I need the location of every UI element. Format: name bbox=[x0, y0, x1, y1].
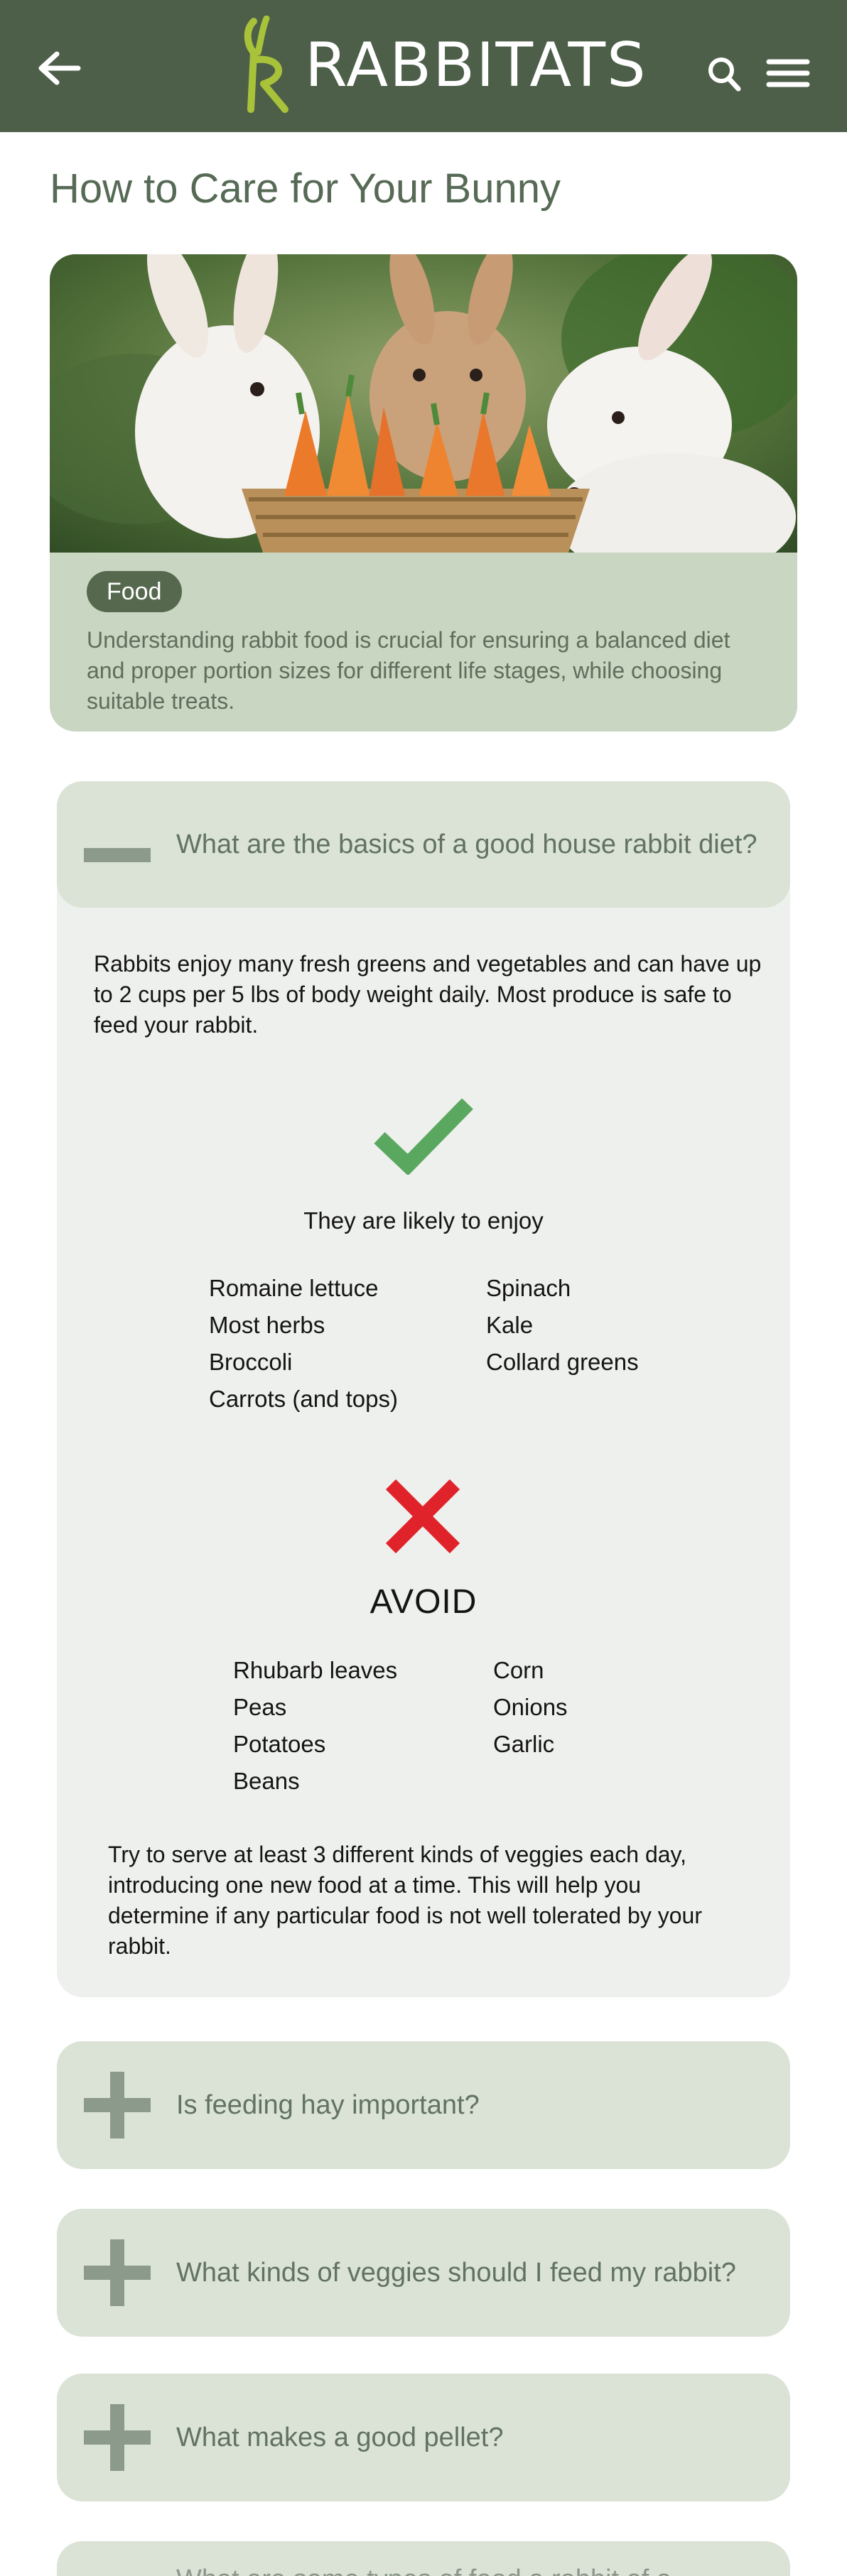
faq-item-diet-basics: What are the basics of a good house rabb… bbox=[57, 781, 790, 1997]
faq-header-diet-basics[interactable]: What are the basics of a good house rabb… bbox=[57, 781, 790, 908]
minus-icon bbox=[84, 848, 151, 862]
checkmark-icon bbox=[374, 1098, 473, 1175]
list-item: Romaine lettuce bbox=[209, 1275, 379, 1301]
search-icon bbox=[708, 58, 741, 92]
avoid-list-left: Rhubarb leaves Peas Potatoes Beans bbox=[233, 1652, 397, 1800]
logo[interactable]: RABBITATS bbox=[238, 16, 647, 115]
list-item: Broccoli bbox=[209, 1349, 293, 1375]
list-item: Potatoes bbox=[233, 1731, 326, 1757]
faq-question: Is feeding hay important? bbox=[176, 2090, 480, 2120]
menu-button[interactable] bbox=[766, 58, 810, 88]
hamburger-menu-icon bbox=[766, 59, 810, 87]
avoid-heading: AVOID bbox=[369, 1583, 478, 1621]
faq-answer-outro: Try to serve at least 3 different kinds … bbox=[108, 1842, 702, 1959]
list-item: Kale bbox=[486, 1312, 534, 1338]
list-item: Peas bbox=[233, 1694, 287, 1720]
avoid-list-right: Corn Onions Garlic bbox=[493, 1652, 568, 1763]
list-item: Spinach bbox=[486, 1275, 571, 1301]
faq-question: What makes a good pellet? bbox=[176, 2423, 504, 2452]
faq-question: What kinds of veggies should I feed my r… bbox=[176, 2258, 736, 2288]
list-item: Most herbs bbox=[209, 1312, 325, 1338]
faq-item-veggies[interactable]: What kinds of veggies should I feed my r… bbox=[57, 2209, 790, 2337]
category-tag: Food bbox=[87, 571, 182, 612]
list-item: Collard greens bbox=[486, 1349, 639, 1375]
plus-icon bbox=[84, 2072, 151, 2138]
enjoy-list-left: Romaine lettuce Most herbs Broccoli Carr… bbox=[209, 1270, 398, 1418]
faq-answer-intro: Rabbits enjoy many fresh greens and vege… bbox=[94, 951, 762, 1038]
topic-card-food[interactable]: Food Understanding rabbit food is crucia… bbox=[50, 254, 797, 732]
list-item: Onions bbox=[493, 1694, 568, 1720]
app-header: RABBITATS bbox=[0, 0, 847, 132]
list-item: Rhubarb leaves bbox=[233, 1657, 398, 1683]
plus-icon bbox=[84, 2239, 151, 2306]
back-button[interactable] bbox=[36, 50, 82, 87]
search-button[interactable] bbox=[706, 55, 742, 92]
enjoy-list-right: Spinach Kale Collard greens bbox=[486, 1270, 639, 1381]
logo-text: RABBITATS bbox=[305, 30, 647, 101]
faq-item-food-types[interactable]: What are some types of food a rabbit of … bbox=[57, 2541, 790, 2576]
page-title: How to Care for Your Bunny bbox=[50, 165, 561, 212]
list-item: Beans bbox=[233, 1768, 300, 1794]
rabbits-eating-carrots-photo bbox=[50, 254, 797, 553]
arrow-left-icon bbox=[38, 51, 81, 85]
faq-question: What are the basics of a good house rabb… bbox=[176, 830, 757, 859]
card-description: Understanding rabbit food is crucial for… bbox=[87, 627, 730, 714]
plus-icon bbox=[84, 2404, 151, 2471]
faq-question: What are some types of food a rabbit of … bbox=[176, 2551, 694, 2576]
list-item: Garlic bbox=[493, 1731, 555, 1757]
faq-item-pellet[interactable]: What makes a good pellet? bbox=[57, 2374, 790, 2501]
enjoy-heading: They are likely to enjoy bbox=[303, 1207, 544, 1234]
list-item: Corn bbox=[493, 1657, 544, 1683]
cross-icon bbox=[385, 1479, 460, 1554]
faq-item-hay[interactable]: Is feeding hay important? bbox=[57, 2041, 790, 2169]
rabbit-logo-icon bbox=[244, 16, 288, 113]
list-item: Carrots (and tops) bbox=[209, 1386, 398, 1412]
